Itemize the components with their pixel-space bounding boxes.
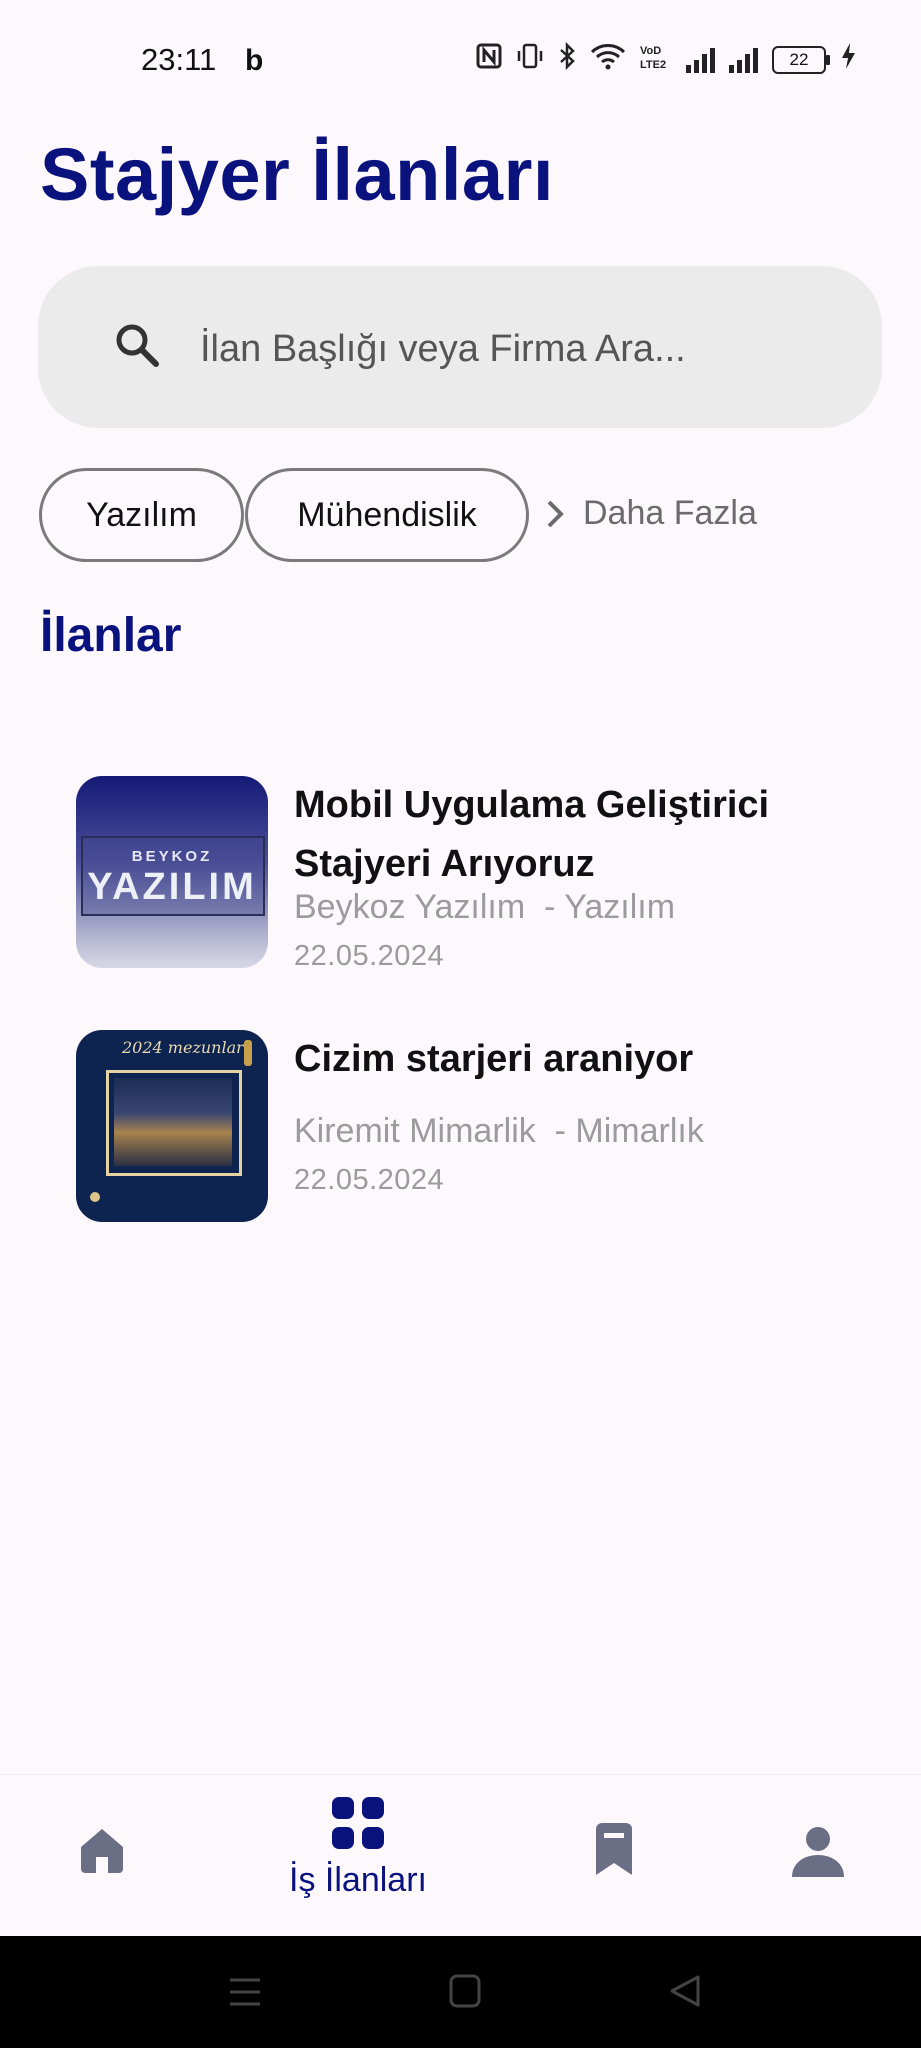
more-filters-label: Daha Fazla <box>583 494 757 532</box>
nav-home[interactable] <box>62 1775 142 1937</box>
nfc-icon <box>476 43 502 76</box>
signal-icon <box>729 47 758 73</box>
company-logo-image: BEYKOZ YAZILIM <box>76 776 268 968</box>
wifi-icon <box>590 42 626 77</box>
status-icons: VoD LTE2 22 <box>476 41 856 77</box>
status-bar: 23:11 b VoD LTE2 22 <box>0 0 921 110</box>
image-script-text: 2024 mezunları <box>122 1038 249 1057</box>
signal-icon <box>686 47 715 73</box>
nav-jobs-label: İş İlanları <box>289 1861 427 1899</box>
logo-text-main: YAZILIM <box>87 866 257 908</box>
svg-text:LTE2: LTE2 <box>640 59 666 70</box>
listing-card[interactable]: BEYKOZ YAZILIM Mobil Uygulama Geliştiric… <box>76 776 876 976</box>
nav-saved[interactable] <box>574 1775 654 1937</box>
filter-chip-yazilim[interactable]: Yazılım <box>39 468 244 562</box>
home-icon <box>81 1829 123 1873</box>
status-time: 23:11 <box>141 42 217 77</box>
filter-chip-muhendislik[interactable]: Mühendislik <box>245 468 529 562</box>
logo-text-top: BEYKOZ <box>131 848 213 865</box>
bing-app-icon: b <box>245 44 264 77</box>
volte-icon: VoD LTE2 <box>640 42 672 77</box>
system-navigation-bar <box>0 1936 921 2048</box>
listing-company-category: Beykoz Yazılım - Yazılım <box>294 888 676 926</box>
listing-title: Mobil Uygulama Geliştirici Stajyeri Arıy… <box>294 784 770 885</box>
more-filters-button[interactable]: Daha Fazla <box>545 494 757 533</box>
recent-apps-icon[interactable] <box>228 1976 262 2008</box>
charging-icon <box>840 42 856 77</box>
decor-dot <box>90 1192 100 1202</box>
person-icon <box>792 1827 844 1877</box>
search-icon <box>116 324 159 367</box>
nav-profile[interactable] <box>778 1775 858 1937</box>
listing-card[interactable]: 2024 mezunları Cizim starjeri araniyor K… <box>76 1030 876 1230</box>
home-button-icon[interactable] <box>449 1974 481 2008</box>
bottom-navigation: İş İlanları <box>0 1774 921 1937</box>
listing-date: 22.05.2024 <box>294 940 445 972</box>
grid-icon <box>332 1797 384 1849</box>
listing-date: 22.05.2024 <box>294 1164 445 1196</box>
nav-jobs[interactable]: İş İlanları <box>258 1775 458 1937</box>
battery-icon: 22 <box>772 45 830 74</box>
vibrate-icon <box>516 43 544 76</box>
page-title: Stajyer İlanları <box>40 133 554 216</box>
bookmark-icon <box>596 1823 632 1875</box>
bluetooth-icon <box>558 41 576 77</box>
svg-text:VoD: VoD <box>640 45 661 57</box>
listing-company-category: Kiremit Mimarlik - Mimarlık <box>294 1112 704 1150</box>
search-input[interactable] <box>198 308 842 390</box>
listing-title: Cizim starjeri araniyor <box>294 1038 694 1080</box>
listing-image: 2024 mezunları <box>76 1030 268 1222</box>
bottle-graphic <box>244 1040 252 1066</box>
search-bar[interactable] <box>38 266 882 428</box>
section-title: İlanlar <box>40 609 182 662</box>
chevron-right-icon <box>547 500 564 527</box>
back-icon[interactable] <box>668 1974 702 2008</box>
building-photo <box>114 1078 232 1166</box>
